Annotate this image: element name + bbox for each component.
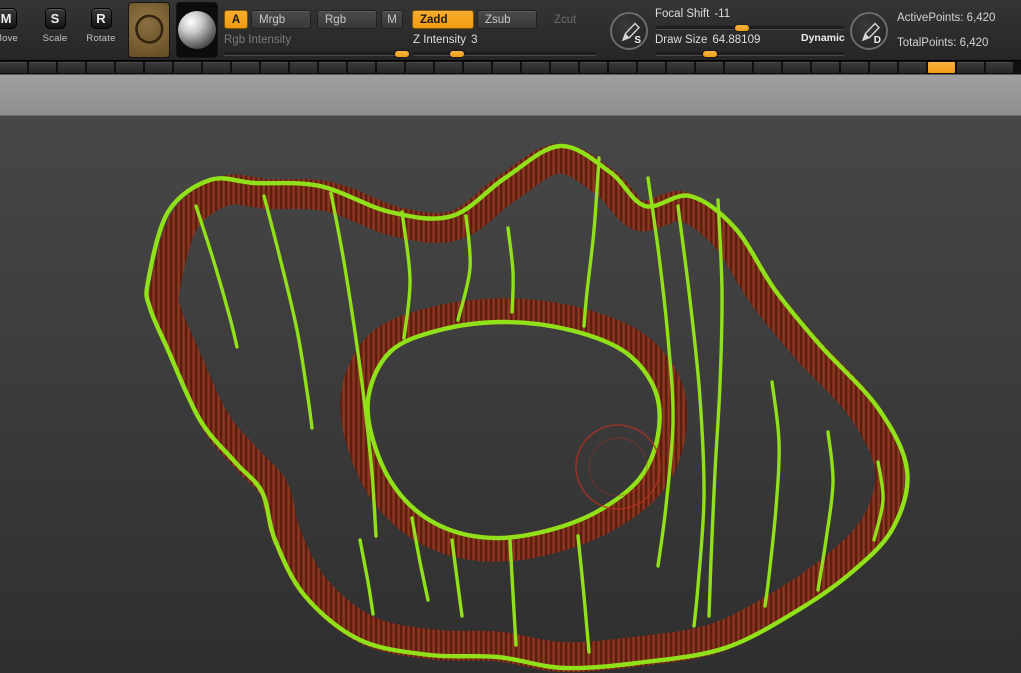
tray-segment[interactable]: [232, 62, 259, 73]
tray-segment[interactable]: [522, 62, 549, 73]
green-stroke-line: [358, 538, 375, 616]
z-intensity-handle[interactable]: [449, 51, 464, 57]
focal-shift-handle[interactable]: [734, 25, 749, 31]
tray-segment[interactable]: [377, 62, 404, 73]
move-tool-button[interactable]: M Move: [0, 8, 25, 44]
tray-segment[interactable]: [406, 62, 433, 73]
zcut-button[interactable]: Zcut: [546, 10, 584, 29]
tray-segment[interactable]: [145, 62, 172, 73]
rgb-intensity-handle[interactable]: [395, 51, 410, 57]
tray-segment[interactable]: [638, 62, 665, 73]
tray-segment[interactable]: [261, 62, 288, 73]
green-stroke-line: [763, 380, 781, 608]
tray-segment[interactable]: [290, 62, 317, 73]
tray-segment[interactable]: [203, 62, 230, 73]
stroke-s-button[interactable]: S: [610, 12, 648, 50]
tray-segment[interactable]: [899, 62, 926, 73]
total-points-stat: TotalPoints: 6,420: [897, 37, 989, 49]
move-icon: M: [0, 8, 17, 29]
draw-mode-buttons: A Mrgb Rgb M Zadd Zsub Zcut: [224, 10, 584, 29]
material-selector-thumbnail[interactable]: [176, 2, 218, 58]
tray-segment[interactable]: [725, 62, 752, 73]
scale-icon: S: [44, 8, 66, 29]
top-shelf: M Move S Scale R Rotate A Mrgb Rgb M Zad…: [0, 0, 1021, 60]
tray-segment-active[interactable]: [928, 62, 955, 73]
zsub-button[interactable]: Zsub: [477, 10, 537, 29]
tray-segment[interactable]: [493, 62, 520, 73]
stroke-d-button[interactable]: D: [850, 12, 888, 50]
zadd-button[interactable]: Zadd: [412, 10, 474, 29]
rgb-intensity-label: Rgb Intensity: [224, 34, 292, 46]
tray-segment[interactable]: [696, 62, 723, 73]
sculpt-mesh-hole-wall: [340, 298, 688, 562]
tray-segment[interactable]: [464, 62, 491, 73]
tray-segment[interactable]: [609, 62, 636, 73]
tray-segment[interactable]: [841, 62, 868, 73]
green-stroke-line: [576, 534, 591, 654]
active-points-stat: ActivePoints: 6,420: [897, 12, 996, 24]
draw-size-label: Draw Size: [655, 34, 708, 46]
tray-segment[interactable]: [319, 62, 346, 73]
document-canvas[interactable]: [0, 116, 1021, 673]
tray-strip: [0, 60, 1021, 74]
green-stroke-line: [707, 198, 724, 618]
rgb-button[interactable]: Rgb: [317, 10, 377, 29]
tray-segment[interactable]: [783, 62, 810, 73]
z-intensity-slider[interactable]: Z Intensity 3: [413, 34, 597, 57]
tray-segment[interactable]: [174, 62, 201, 73]
a-toggle-button[interactable]: A: [224, 10, 248, 29]
m-button[interactable]: M: [381, 10, 403, 29]
point-stats: ActivePoints: 6,420 TotalPoints: 6,420: [897, 12, 995, 60]
rgb-intensity-slider[interactable]: Rgb Intensity: [224, 34, 410, 57]
draw-size-value: 64.88109: [712, 34, 761, 46]
matcap-sphere-icon: [178, 11, 216, 49]
tray-segment[interactable]: [116, 62, 143, 73]
focal-shift-slider[interactable]: Focal Shift -11: [655, 8, 845, 31]
scale-tool-button[interactable]: S Scale: [36, 8, 74, 44]
tray-segment[interactable]: [58, 62, 85, 73]
tray-segment[interactable]: [348, 62, 375, 73]
tray-segment[interactable]: [87, 62, 114, 73]
focal-shift-label: Focal Shift: [655, 8, 710, 20]
rotate-tool-button[interactable]: R Rotate: [82, 8, 120, 44]
brush-selector-thumbnail[interactable]: [128, 2, 170, 58]
tray-segment[interactable]: [754, 62, 781, 73]
tray-segment[interactable]: [435, 62, 462, 73]
dynamic-mode-label[interactable]: Dynamic: [801, 32, 845, 44]
tray-segment[interactable]: [551, 62, 578, 73]
tray-segment[interactable]: [0, 62, 27, 73]
brush-icon: [135, 14, 164, 44]
tray-segment[interactable]: [29, 62, 56, 73]
tray-segment[interactable]: [870, 62, 897, 73]
z-intensity-label: Z Intensity: [413, 34, 467, 46]
tray-segment[interactable]: [986, 62, 1013, 73]
tray-segment[interactable]: [580, 62, 607, 73]
green-stroke-line: [262, 194, 314, 430]
tray-segment[interactable]: [957, 62, 984, 73]
mrgb-button[interactable]: Mrgb: [251, 10, 311, 29]
draw-size-handle[interactable]: [702, 51, 717, 57]
focal-shift-value: -11: [714, 8, 731, 20]
tray-segment[interactable]: [812, 62, 839, 73]
z-intensity-value: 3: [471, 34, 478, 46]
viewport: [144, 143, 910, 673]
green-stroke-line: [194, 204, 239, 349]
canvas-top-bar: [0, 74, 1021, 116]
brush-cursor-inner-ring: [588, 437, 648, 497]
tray-segment[interactable]: [667, 62, 694, 73]
rotate-icon: R: [90, 8, 112, 29]
